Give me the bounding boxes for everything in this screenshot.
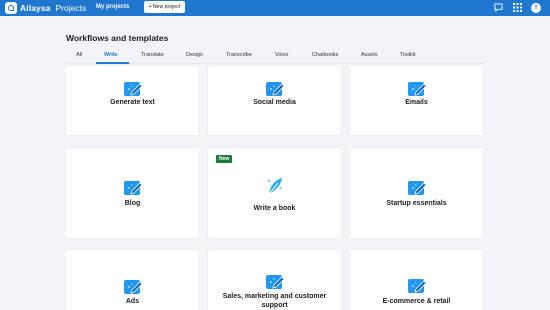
new-project-button[interactable]: + New project [144, 1, 185, 13]
brand-name: Ailaysa [20, 3, 51, 13]
page-title: Workflows and templates [66, 33, 169, 43]
grid-apps-icon[interactable] [512, 2, 523, 13]
tab-voice[interactable]: Voice [275, 52, 288, 58]
active-tab-indicator [96, 62, 129, 64]
edit-sparkle-icon [406, 275, 428, 297]
card-label: Write a book [253, 205, 296, 212]
new-project-label: New project [152, 4, 181, 10]
card-label: Emails [405, 99, 428, 106]
card-label: Sales, marketing and customer support [222, 293, 327, 309]
brand-sub: Projects [55, 3, 87, 13]
tab-toolkit[interactable]: Toolkit [400, 52, 416, 58]
feather-sparkle-icon [264, 175, 286, 197]
edit-sparkle-icon [406, 177, 428, 199]
top-bar: Ailaysa Projects My projects + New proje… [0, 0, 550, 16]
card-ecommerce-retail[interactable]: E-commerce & retail [350, 250, 483, 310]
tab-bar: All Write Translate Design Transcribe Vo… [66, 48, 484, 64]
card-social-media[interactable]: Social media [208, 66, 341, 135]
card-write-a-book[interactable]: New Write a book [208, 148, 341, 238]
card-label: E-commerce & retail [382, 298, 451, 305]
edit-sparkle-icon [264, 78, 286, 100]
brand[interactable]: Ailaysa Projects [5, 1, 86, 15]
card-label: Blog [124, 200, 141, 207]
tab-chatbooks[interactable]: Chatbooks [312, 52, 338, 58]
card-sales-marketing-support[interactable]: Sales, marketing and customer support [208, 250, 341, 310]
tab-translate[interactable]: Translate [141, 52, 164, 58]
card-emails[interactable]: Emails [350, 66, 483, 135]
tab-all[interactable]: All [76, 52, 82, 58]
tab-design[interactable]: Design [186, 52, 203, 58]
edit-sparkle-icon [406, 78, 428, 100]
my-projects-link[interactable]: My projects [96, 4, 129, 10]
card-label: Startup essentials [386, 200, 447, 207]
edit-sparkle-icon [122, 276, 144, 298]
feedback-icon[interactable] [493, 2, 504, 13]
card-generate-text[interactable]: Generate text [66, 66, 199, 135]
card-label: Ads [125, 298, 140, 305]
tab-write[interactable]: Write [104, 52, 118, 58]
plus-icon: + [148, 4, 152, 10]
tab-assets[interactable]: Assets [361, 52, 378, 58]
tab-transcribe[interactable]: Transcribe [226, 52, 252, 58]
card-ads[interactable]: Ads [66, 250, 199, 310]
card-label: Social media [253, 99, 296, 106]
card-startup-essentials[interactable]: Startup essentials [350, 148, 483, 238]
avatar[interactable]: T [531, 2, 541, 13]
edit-sparkle-icon [122, 78, 144, 100]
edit-sparkle-icon [264, 271, 286, 293]
edit-sparkle-icon [122, 177, 144, 199]
ailaysa-logo-icon [5, 2, 17, 14]
new-badge: New [216, 155, 233, 163]
card-label: Generate text [110, 99, 155, 106]
card-blog[interactable]: Blog [66, 148, 199, 238]
